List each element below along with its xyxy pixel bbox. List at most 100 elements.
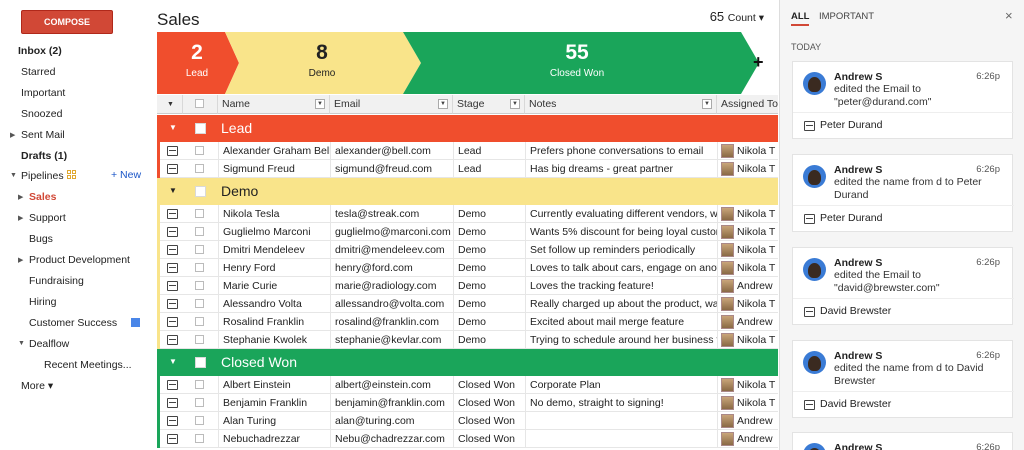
activity-card[interactable]: Andrew S 6:26p (792, 432, 1013, 450)
cell-stage[interactable]: Closed Won (453, 412, 525, 430)
table-row[interactable]: Henry Ford henry@ford.com Demo Loves to tal… (157, 259, 778, 277)
cell-name[interactable]: Dmitri Mendeleev (218, 241, 330, 259)
box-icon[interactable] (167, 317, 178, 327)
row-checkbox[interactable] (195, 335, 204, 344)
row-checkbox[interactable] (195, 380, 204, 389)
cell-stage[interactable]: Demo (453, 223, 525, 241)
cell-assigned-to[interactable]: Nikola T (717, 295, 778, 313)
select-all-header[interactable] (183, 95, 218, 114)
box-icon[interactable] (167, 245, 178, 255)
sidebar-item-more[interactable]: More ▾ (21, 376, 53, 396)
cell-name[interactable]: Rosalind Franklin (218, 313, 330, 331)
sidebar-item-sent-mail[interactable]: Sent Mail (21, 125, 65, 145)
group-checkbox[interactable] (195, 357, 206, 368)
box-icon[interactable] (167, 227, 178, 237)
cell-stage[interactable]: Demo (453, 205, 525, 223)
table-row[interactable]: Nebuchadrezzar Nebu@chadrezzar.com Closed … (157, 430, 778, 448)
row-checkbox[interactable] (195, 434, 204, 443)
table-row[interactable]: Marie Curie marie@radiology.com Demo Loves … (157, 277, 778, 295)
table-row[interactable]: Guglielmo Marconi guglielmo@marconi.com De… (157, 223, 778, 241)
column-header-stage[interactable]: Stage ▼ (453, 95, 525, 114)
cell-stage[interactable]: Lead (453, 160, 525, 178)
table-row[interactable]: Stephanie Kwolek stephanie@kevlar.com Demo… (157, 331, 778, 349)
cell-notes[interactable]: Wants 5% discount for being loyal custon (525, 223, 717, 241)
cell-name[interactable]: Nebuchadrezzar (218, 430, 330, 448)
box-icon[interactable] (167, 416, 178, 426)
count-selector[interactable]: 65 Count ▾ (710, 9, 764, 24)
row-checkbox[interactable] (195, 416, 204, 425)
table-row[interactable]: Alan Turing alan@turing.com Closed Won Andr… (157, 412, 778, 430)
cell-email[interactable]: rosalind@franklin.com (330, 313, 453, 331)
sidebar-item-dealflow[interactable]: Dealflow (29, 334, 69, 354)
column-header-name[interactable]: Name ▼ (218, 95, 330, 114)
table-row[interactable]: Albert Einstein albert@einstein.com Closed… (157, 376, 778, 394)
row-checkbox[interactable] (195, 398, 204, 407)
column-dropdown-icon[interactable]: ▼ (510, 99, 520, 109)
cell-email[interactable]: marie@radiology.com (330, 277, 453, 295)
cell-email[interactable]: alan@turing.com (330, 412, 453, 430)
select-all-checkbox[interactable] (195, 99, 204, 108)
cell-notes[interactable] (525, 412, 717, 430)
column-dropdown-icon[interactable]: ▼ (702, 99, 712, 109)
cell-assigned-to[interactable]: Nikola T (717, 394, 778, 412)
table-row[interactable]: Alexander Graham Bell alexander@bell.com L… (157, 142, 778, 160)
cell-assigned-to[interactable]: Nikola T (717, 241, 778, 259)
sidebar-item-pipelines[interactable]: Pipelines (21, 166, 64, 186)
group-header[interactable]: ▼ Lead (157, 115, 778, 142)
stage-demo[interactable]: 8 Demo (237, 32, 407, 94)
row-checkbox[interactable] (195, 299, 204, 308)
cell-notes[interactable]: Loves the tracking feature! (525, 277, 717, 295)
cell-notes[interactable]: No demo, straight to signing! (525, 394, 717, 412)
cell-notes[interactable]: Has big dreams - great partner (525, 160, 717, 178)
cell-email[interactable]: henry@ford.com (330, 259, 453, 277)
row-checkbox[interactable] (195, 146, 204, 155)
cell-name[interactable]: Henry Ford (218, 259, 330, 277)
row-checkbox[interactable] (195, 227, 204, 236)
select-menu-header[interactable]: ▼ (157, 95, 183, 114)
sidebar-item-support[interactable]: Support (29, 208, 66, 228)
cell-notes[interactable]: Prefers phone conversations to email (525, 142, 717, 160)
compose-button[interactable]: COMPOSE (21, 10, 113, 34)
group-header[interactable]: ▼ Demo (157, 178, 778, 205)
box-icon[interactable] (167, 146, 178, 156)
box-icon[interactable] (167, 299, 178, 309)
sidebar-item-inbox[interactable]: Inbox (2) (18, 41, 62, 61)
group-checkbox[interactable] (195, 123, 206, 134)
row-checkbox[interactable] (195, 281, 204, 290)
add-stage-button[interactable]: + (753, 52, 764, 73)
cell-assigned-to[interactable]: Nikola T (717, 376, 778, 394)
cell-notes[interactable]: Really charged up about the product, war (525, 295, 717, 313)
cell-name[interactable]: Marie Curie (218, 277, 330, 295)
table-row[interactable]: Nikola Tesla tesla@streak.com Demo Currentl… (157, 205, 778, 223)
table-row[interactable]: Alessandro Volta allessandro@volta.com Dem… (157, 295, 778, 313)
cell-name[interactable]: Alexander Graham Bell (218, 142, 330, 160)
sidebar-item-sales[interactable]: Sales (29, 187, 56, 207)
cell-assigned-to[interactable]: Andrew (717, 313, 778, 331)
cell-notes[interactable]: Excited about mail merge feature (525, 313, 717, 331)
pipelines-grid-icon[interactable] (67, 170, 77, 180)
cell-assigned-to[interactable]: Andrew (717, 430, 778, 448)
cell-name[interactable]: Alessandro Volta (218, 295, 330, 313)
chevron-right-icon[interactable]: ▶ (18, 214, 23, 222)
sidebar-item-starred[interactable]: Starred (21, 62, 55, 82)
cell-notes[interactable]: Currently evaluating different vendors, … (525, 205, 717, 223)
sidebar-item-fundraising[interactable]: Fundraising (29, 271, 84, 291)
cell-stage[interactable]: Lead (453, 142, 525, 160)
cell-email[interactable]: stephanie@kevlar.com (330, 331, 453, 349)
sidebar-item-product-development[interactable]: Product Development (29, 250, 130, 270)
row-checkbox[interactable] (195, 317, 204, 326)
cell-assigned-to[interactable]: Nikola T (717, 160, 778, 178)
cell-stage[interactable]: Demo (453, 295, 525, 313)
cell-email[interactable]: dmitri@mendeleev.com (330, 241, 453, 259)
cell-notes[interactable] (525, 430, 717, 448)
cell-email[interactable]: sigmund@freud.com (330, 160, 453, 178)
column-dropdown-icon[interactable]: ▼ (315, 99, 325, 109)
chevron-down-icon[interactable]: ▼ (18, 340, 25, 347)
box-icon[interactable] (167, 263, 178, 273)
cell-assigned-to[interactable]: Nikola T (717, 223, 778, 241)
cell-email[interactable]: guglielmo@marconi.com (330, 223, 453, 241)
cell-assigned-to[interactable]: Nikola T (717, 205, 778, 223)
cell-name[interactable]: Nikola Tesla (218, 205, 330, 223)
cell-name[interactable]: Guglielmo Marconi (218, 223, 330, 241)
sidebar-item-snoozed[interactable]: Snoozed (21, 104, 62, 124)
